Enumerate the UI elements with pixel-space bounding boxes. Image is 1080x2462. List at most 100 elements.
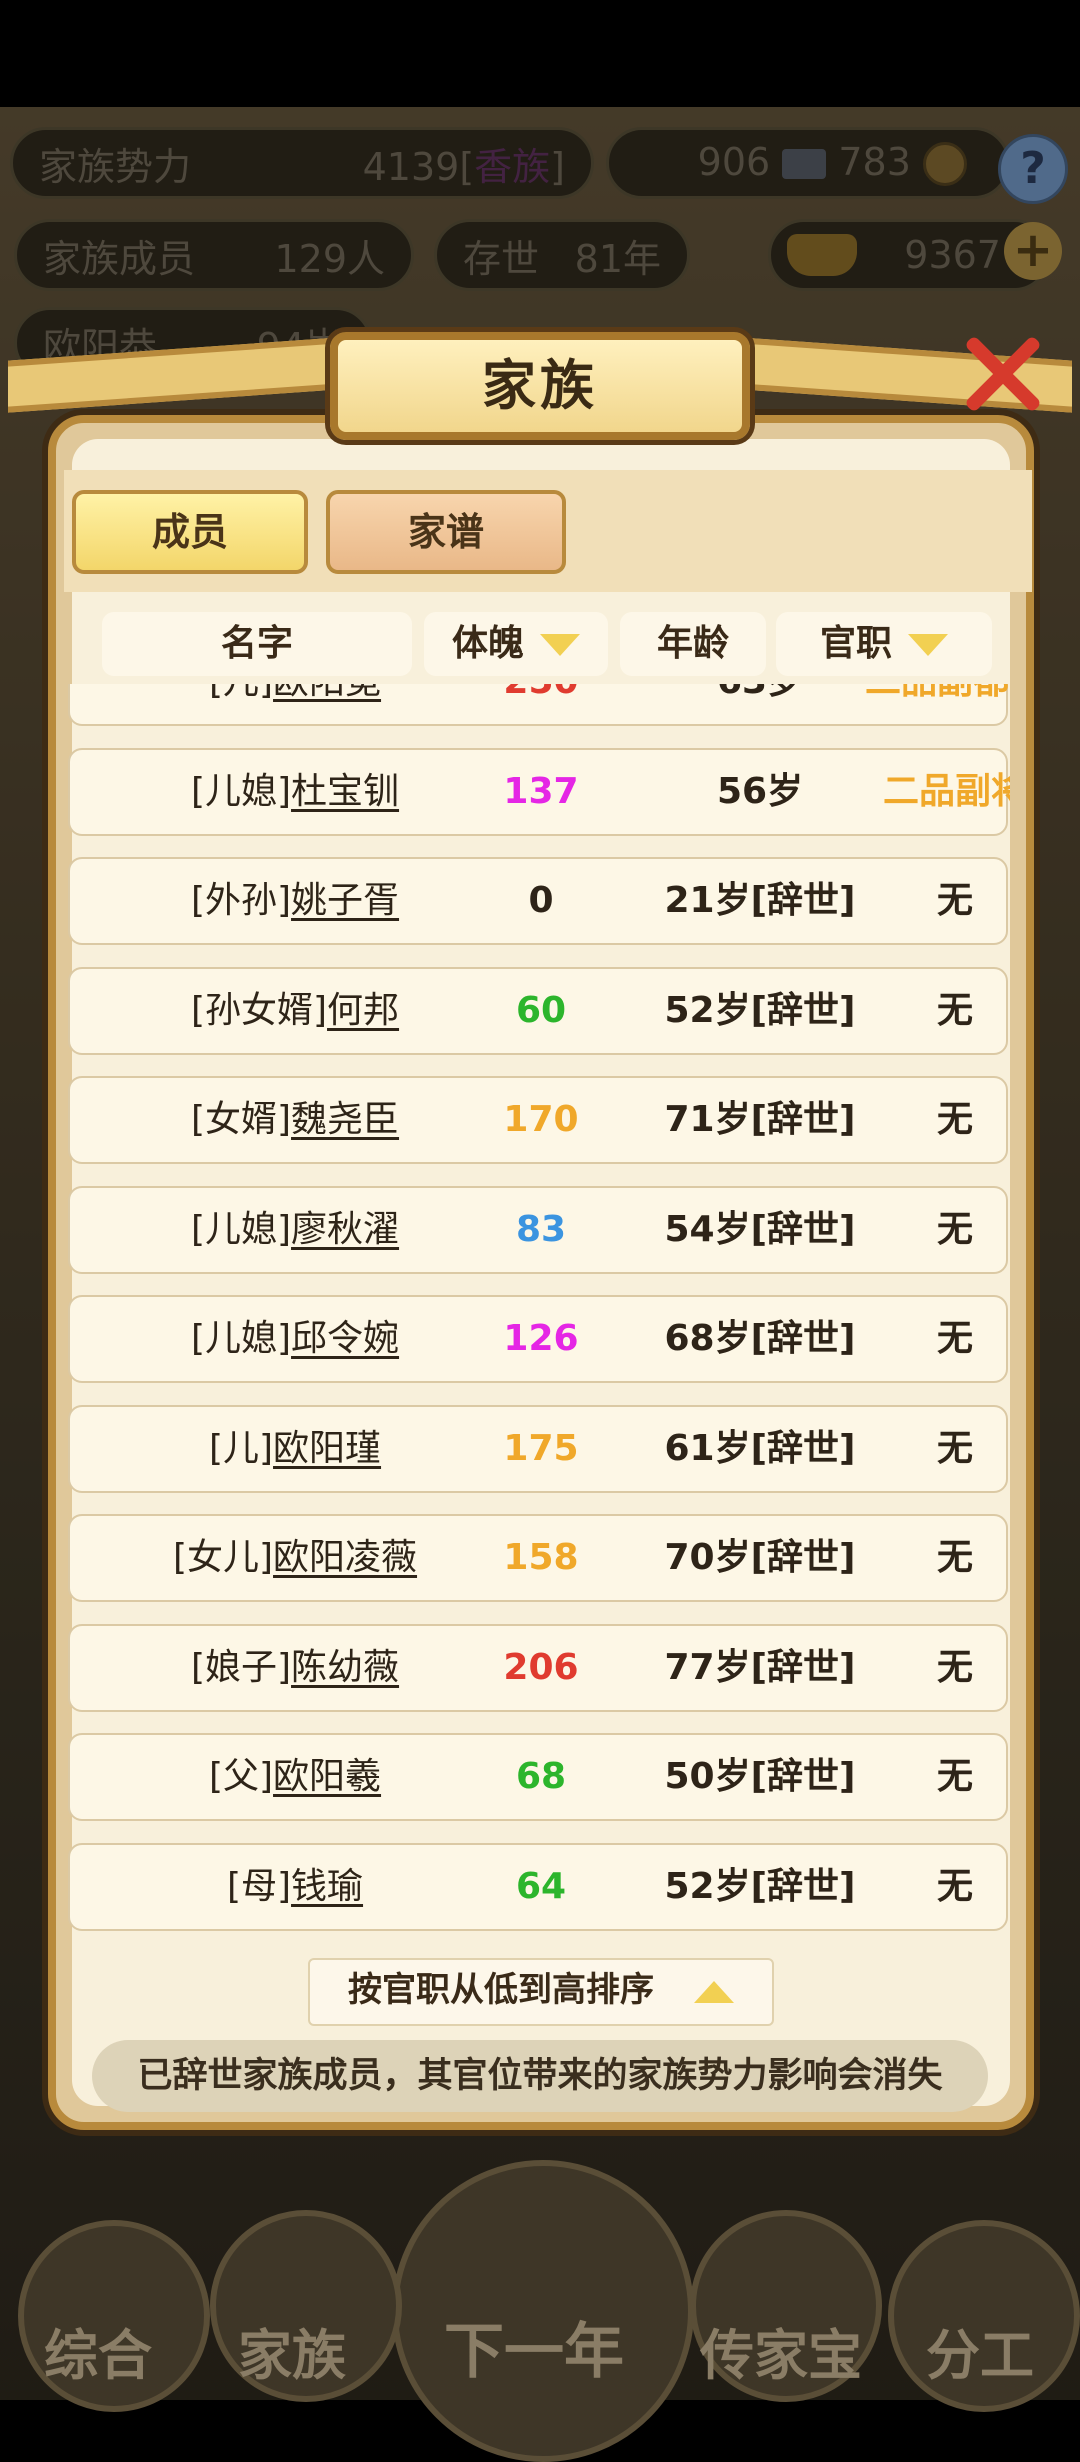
member-name[interactable]: [母]钱瑜	[70, 1845, 520, 1929]
member-relation: [女儿]	[172, 1537, 274, 1578]
member-hp: 137	[503, 770, 579, 812]
member-hp: 206	[503, 1646, 579, 1688]
table-row[interactable]: [儿媳]邱令婉 126 68岁[辞世] 无	[68, 1295, 1008, 1383]
member-relation: [儿]	[208, 1427, 274, 1469]
member-relation: [儿]	[209, 684, 273, 702]
member-relation: [儿媳]	[190, 770, 292, 812]
member-relation: [外孙]	[190, 880, 292, 921]
header-name[interactable]: 名字	[102, 612, 412, 676]
member-relation: [母]	[226, 1865, 292, 1907]
member-hp: 170	[503, 1099, 579, 1140]
member-name-link[interactable]: 欧阳凌薇	[273, 1537, 417, 1578]
table-row[interactable]: [儿媳]杜宝钏 137 56岁 二品副将	[68, 747, 1010, 836]
deceased-notice: 已辞世家族成员，其官位带来的家族势力影响会消失	[92, 2040, 988, 2112]
member-name-link[interactable]: 杜宝钏	[291, 771, 399, 812]
table-row[interactable]: [父]欧阳羲 68 50岁[辞世] 无	[68, 1733, 1008, 1821]
header-age-label: 年龄	[656, 623, 729, 664]
member-name-link[interactable]: 何邦	[327, 990, 399, 1031]
member-relation: [孙女婿]	[190, 989, 328, 1031]
bottom-nav: 综合 家族 下一年 传家宝 分工	[0, 2150, 1080, 2462]
member-position: 二品副将	[882, 770, 1010, 812]
dialog-title: 家族	[482, 354, 598, 417]
header-name-label: 名字	[220, 623, 293, 664]
question-icon[interactable]: ?	[998, 134, 1068, 204]
close-icon[interactable]	[958, 330, 1044, 416]
member-relation: [女婿]	[190, 1099, 292, 1140]
nav-item-heirloom[interactable]: 传家宝	[700, 2311, 862, 2390]
member-position: 无	[936, 1865, 973, 1907]
member-position: 无	[936, 1537, 973, 1578]
sort-button[interactable]: 按官职从低到高排序	[308, 1958, 774, 2026]
dialog-title-plaque: 家族	[330, 332, 750, 440]
header-hp[interactable]: 体魄	[424, 612, 608, 676]
table-row[interactable]: [女婿]魏尧臣 170 71岁[辞世] 无	[68, 1076, 1008, 1164]
member-position: 无	[936, 1756, 973, 1797]
tab-genealogy[interactable]: 家谱	[326, 490, 566, 574]
sort-label: 按官职从低到高排序	[348, 1970, 654, 2010]
plus-icon[interactable]: +	[1004, 222, 1062, 280]
triangle-up-icon	[694, 1980, 734, 2003]
header-position-label: 官职	[819, 623, 892, 664]
member-relation: [儿媳]	[190, 1318, 292, 1359]
member-position: 二品副都护	[830, 684, 1010, 724]
member-position: 无	[936, 1427, 973, 1469]
header-position[interactable]: 官职	[776, 612, 992, 676]
member-position: 无	[936, 1646, 973, 1688]
nav-item-next-year[interactable]: 下一年	[444, 2303, 624, 2390]
member-name-link[interactable]: 欧阳冕	[273, 684, 381, 702]
header-age[interactable]: 年龄	[620, 612, 766, 676]
table-row[interactable]: [女儿]欧阳凌薇 158 70岁[辞世] 无	[68, 1514, 1008, 1602]
member-hp: 83	[515, 1208, 567, 1250]
member-name[interactable]: [儿]欧阳瑾	[70, 1407, 520, 1491]
triangle-down-icon	[540, 634, 580, 656]
member-name-link[interactable]: 邱令婉	[291, 1318, 399, 1359]
member-name-link[interactable]: 魏尧臣	[291, 1099, 399, 1140]
member-name-link[interactable]: 欧阳瑾	[273, 1428, 381, 1469]
member-hp: 64	[515, 1865, 567, 1907]
nav-item-assignment[interactable]: 分工	[926, 2311, 1034, 2390]
member-name[interactable]: [女儿]欧阳凌薇	[70, 1516, 520, 1600]
member-name-link[interactable]: 姚子胥	[291, 880, 399, 921]
member-name[interactable]: [儿]欧阳冕	[70, 684, 520, 724]
member-name-link[interactable]: 欧阳羲	[273, 1756, 381, 1797]
member-relation: [父]	[208, 1756, 274, 1797]
member-name[interactable]: [女婿]魏尧臣	[70, 1078, 520, 1162]
member-hp: 158	[503, 1537, 579, 1578]
triangle-down-icon	[908, 634, 948, 656]
member-name[interactable]: [父]欧阳羲	[70, 1735, 520, 1819]
member-position: 无	[936, 1099, 973, 1140]
member-name[interactable]: [孙女婿]何邦	[70, 969, 520, 1053]
member-hp: 126	[503, 1318, 579, 1359]
member-hp: 68	[515, 1756, 567, 1797]
member-relation: [娘子]	[190, 1646, 292, 1688]
table-row[interactable]: [娘子]陈幼薇 206 77岁[辞世] 无	[68, 1623, 1008, 1712]
member-position: 无	[936, 1208, 973, 1250]
member-name[interactable]: [外孙]姚子胥	[70, 859, 520, 943]
member-position: 无	[936, 1318, 973, 1359]
member-hp: 0	[528, 880, 554, 921]
table-row[interactable]: [母]钱瑜 64 52岁[辞世] 无	[68, 1842, 1008, 1931]
member-name[interactable]: [儿媳]邱令婉	[70, 1297, 520, 1381]
nav-item-overview[interactable]: 综合	[44, 2311, 152, 2390]
member-name[interactable]: [儿媳]廖秋濯	[70, 1188, 520, 1272]
member-name[interactable]: [娘子]陈幼薇	[70, 1626, 520, 1710]
member-hp: 60	[515, 989, 567, 1031]
member-name-link[interactable]: 钱瑜	[291, 1866, 363, 1907]
member-name-link[interactable]: 廖秋濯	[291, 1209, 399, 1250]
member-hp: 250	[466, 684, 616, 724]
member-hp: 175	[503, 1427, 579, 1469]
member-name-link[interactable]: 陈幼薇	[291, 1647, 399, 1688]
member-name[interactable]: [儿媳]杜宝钏	[70, 750, 520, 834]
table-row[interactable]: [儿媳]廖秋濯 83 54岁[辞世] 无	[68, 1185, 1008, 1274]
member-list[interactable]: [儿]欧阳冕25063岁二品副都护[儿媳]杜宝钏13756岁二品副将[外孙]姚子…	[68, 684, 1010, 1946]
table-row[interactable]: [孙女婿]何邦 60 52岁[辞世] 无	[68, 966, 1008, 1055]
tab-members[interactable]: 成员	[72, 490, 308, 574]
header-hp-label: 体魄	[451, 623, 524, 664]
table-row[interactable]: [外孙]姚子胥 0 21岁[辞世] 无	[68, 857, 1008, 945]
table-row[interactable]: [儿]欧阳瑾 175 61岁[辞世] 无	[68, 1404, 1008, 1493]
member-relation: [儿媳]	[190, 1208, 292, 1250]
member-position: 无	[936, 989, 973, 1031]
nav-item-family[interactable]: 家族	[238, 2311, 346, 2390]
table-row[interactable]: [儿]欧阳冕25063岁二品副都护	[68, 684, 1010, 726]
member-position: 无	[936, 880, 973, 921]
